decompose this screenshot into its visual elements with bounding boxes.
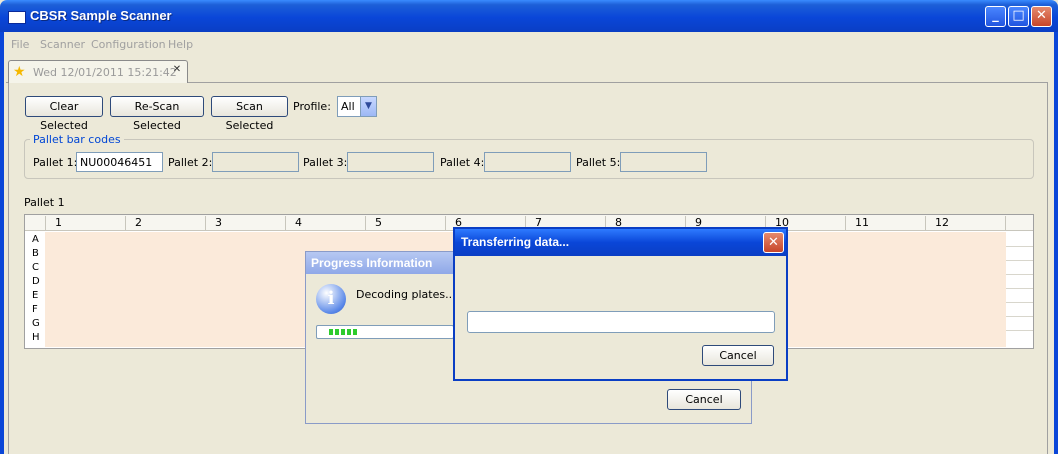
window-title: CBSR Sample Scanner xyxy=(30,8,172,23)
row-divider xyxy=(1006,316,1033,317)
pallet-4-label: Pallet 4: xyxy=(440,156,485,169)
pallet-barcodes-title: Pallet bar codes xyxy=(30,133,124,146)
pallet-5-label: Pallet 5: xyxy=(576,156,621,169)
progress-bar-segment xyxy=(353,329,357,335)
transfer-close-button[interactable]: ✕ xyxy=(763,232,784,253)
pallet-3-field[interactable] xyxy=(347,152,434,172)
column-separator xyxy=(45,216,46,230)
close-button[interactable]: ✕ xyxy=(1031,6,1052,27)
column-header[interactable]: 12 xyxy=(935,216,949,229)
column-separator xyxy=(125,216,126,230)
pallet-2-field[interactable] xyxy=(212,152,299,172)
minimize-button[interactable]: _ xyxy=(985,6,1006,27)
row-divider xyxy=(1006,288,1033,289)
row-header[interactable]: G xyxy=(32,318,40,329)
window-frame-left xyxy=(0,32,4,454)
row-header[interactable]: E xyxy=(32,290,38,301)
scan-selected-button[interactable]: Scan Selected xyxy=(211,96,288,132)
info-icon: i xyxy=(316,284,346,314)
pallet-1-label: Pallet 1: xyxy=(33,156,78,169)
column-header[interactable]: 1 xyxy=(55,216,62,229)
column-header[interactable]: 11 xyxy=(855,216,869,229)
progress-cancel-button[interactable]: Cancel xyxy=(667,389,741,410)
transfer-cancel-button[interactable]: Cancel xyxy=(702,345,774,366)
menu-configuration[interactable]: Configuration xyxy=(91,38,166,51)
menu-scanner[interactable]: Scanner xyxy=(40,38,85,51)
maximize-button[interactable]: □ xyxy=(1008,6,1029,27)
progress-dialog-title: Progress Information xyxy=(311,256,433,270)
progress-bar-segment xyxy=(347,329,351,335)
column-separator xyxy=(445,216,446,230)
row-header[interactable]: B xyxy=(32,248,39,259)
progress-message: Decoding plates... xyxy=(356,288,456,301)
pallet-3-label: Pallet 3: xyxy=(303,156,348,169)
app-icon xyxy=(8,11,26,24)
row-header[interactable]: H xyxy=(32,332,40,343)
column-header[interactable]: 5 xyxy=(375,216,382,229)
column-separator xyxy=(285,216,286,230)
row-divider xyxy=(1006,330,1033,331)
column-header[interactable]: 3 xyxy=(215,216,222,229)
rescan-selected-button[interactable]: Re-Scan Selected xyxy=(110,96,204,132)
column-separator xyxy=(925,216,926,230)
row-header[interactable]: A xyxy=(32,234,39,245)
progress-bar-segment xyxy=(335,329,339,335)
star-icon: ★ xyxy=(13,64,26,80)
chevron-down-icon[interactable]: ▼ xyxy=(360,97,376,116)
clear-selected-button[interactable]: Clear Selected xyxy=(25,96,103,132)
progress-bar-segment xyxy=(341,329,345,335)
column-separator xyxy=(845,216,846,230)
pallet-5-field[interactable] xyxy=(620,152,707,172)
profile-label: Profile: xyxy=(293,100,331,113)
column-header[interactable]: 4 xyxy=(295,216,302,229)
row-divider xyxy=(1006,246,1033,247)
menu-file[interactable]: File xyxy=(11,38,29,51)
window-frame-right xyxy=(1054,32,1058,454)
row-header[interactable]: F xyxy=(32,304,38,315)
menu-help[interactable]: Help xyxy=(168,38,193,51)
row-header[interactable]: D xyxy=(32,276,40,287)
pallet-1-value: NU00046451 xyxy=(80,156,153,169)
row-header[interactable]: C xyxy=(32,262,39,273)
row-divider xyxy=(1006,302,1033,303)
pallet-2-label: Pallet 2: xyxy=(168,156,213,169)
column-separator xyxy=(1005,216,1006,230)
row-divider xyxy=(1006,274,1033,275)
pallet-4-field[interactable] xyxy=(484,152,571,172)
column-separator xyxy=(205,216,206,230)
pallet-grid-title: Pallet 1 xyxy=(24,196,65,209)
profile-value: All xyxy=(341,100,355,113)
tab-close-icon[interactable]: ✕ xyxy=(171,64,183,76)
transfer-progress-bar xyxy=(467,311,775,333)
transfer-dialog-title: Transferring data... xyxy=(461,235,570,249)
tab-label: Wed 12/01/2011 15:21:42 xyxy=(33,66,177,79)
column-separator xyxy=(365,216,366,230)
row-divider xyxy=(1006,260,1033,261)
progress-bar-segment xyxy=(329,329,333,335)
column-header[interactable]: 2 xyxy=(135,216,142,229)
